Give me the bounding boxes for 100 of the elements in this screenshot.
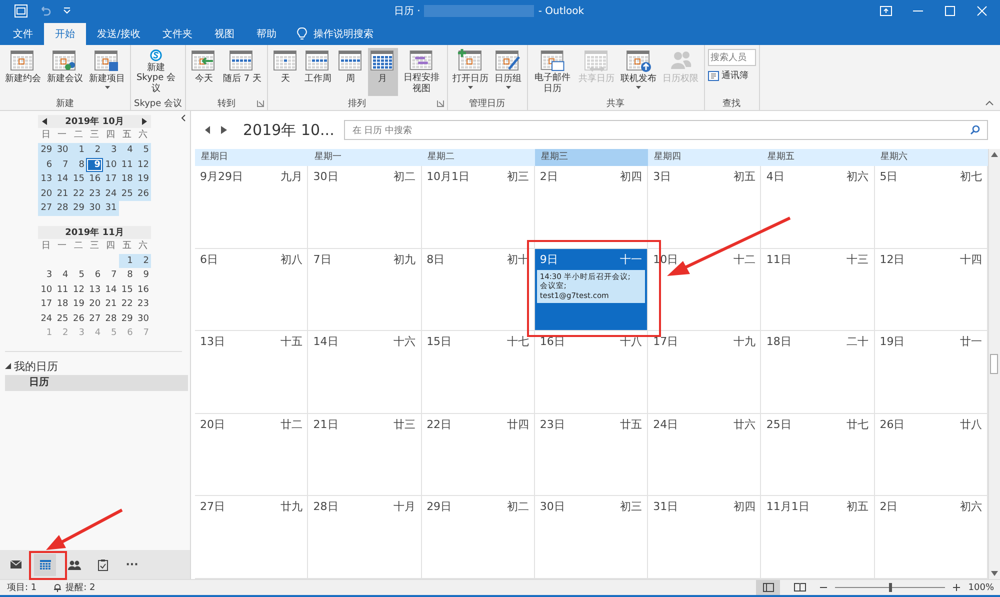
- ribbon-button[interactable]: 工作周: [302, 48, 334, 96]
- date-cell[interactable]: 26: [70, 312, 86, 326]
- day-cell[interactable]: 20日 廿二: [195, 414, 308, 496]
- address-book-button[interactable]: 通讯簿: [708, 69, 756, 82]
- previous-icon[interactable]: [205, 126, 211, 134]
- ribbon-tab[interactable]: 视图: [203, 23, 246, 45]
- day-cell[interactable]: 21日 廿三: [308, 414, 422, 496]
- date-cell[interactable]: 5: [70, 268, 86, 282]
- day-cell[interactable]: 7日 初九: [308, 248, 422, 332]
- date-cell[interactable]: 24: [38, 312, 54, 326]
- date-cell[interactable]: 21: [102, 297, 119, 312]
- ribbon-tab[interactable]: 文件: [2, 23, 44, 45]
- day-cell[interactable]: 18日 二十: [761, 331, 875, 414]
- customize-caret-icon[interactable]: [62, 7, 72, 15]
- ribbon-button[interactable]: 日程安排视图: [400, 48, 444, 96]
- date-cell[interactable]: 14: [102, 282, 119, 297]
- date-cell[interactable]: 17: [38, 297, 54, 312]
- date-cell[interactable]: 30: [86, 201, 103, 216]
- ribbon-button[interactable]: 周: [336, 48, 366, 96]
- date-cell[interactable]: 15: [118, 282, 135, 297]
- day-cell[interactable]: 3日 初五: [648, 166, 762, 249]
- ribbon-button[interactable]: 新建项目: [87, 48, 127, 96]
- date-cell[interactable]: 20: [86, 297, 103, 312]
- date-cell[interactable]: 13: [86, 282, 103, 297]
- ribbon-button[interactable]: 月: [368, 48, 398, 96]
- date-cell[interactable]: 16: [134, 282, 151, 297]
- date-cell[interactable]: 30: [134, 312, 151, 326]
- date-cell[interactable]: 1: [118, 254, 135, 268]
- date-cell[interactable]: 4: [118, 143, 135, 158]
- date-cell[interactable]: 16: [86, 172, 103, 186]
- ribbon-tab[interactable]: 帮助: [245, 23, 288, 45]
- date-cell[interactable]: 4: [54, 268, 70, 282]
- folder-group[interactable]: 我的日历: [5, 358, 188, 374]
- day-cell[interactable]: 4日 初六: [761, 166, 875, 249]
- ribbon-button[interactable]: 新建约会: [3, 48, 43, 96]
- date-cell[interactable]: 18: [118, 172, 135, 186]
- zoom-in-icon[interactable]: [953, 584, 960, 591]
- scrollbar[interactable]: [988, 149, 1000, 579]
- date-cell[interactable]: 5: [134, 143, 151, 158]
- date-cell[interactable]: 18: [54, 297, 70, 312]
- date-cell[interactable]: 15: [70, 172, 86, 186]
- date-cell[interactable]: 14: [54, 172, 70, 186]
- date-cell[interactable]: 25: [54, 312, 70, 326]
- ribbon-button[interactable]: 随后 7 天: [221, 48, 264, 96]
- ribbon-tab[interactable]: 开始: [44, 23, 86, 45]
- date-cell[interactable]: 11: [54, 282, 70, 297]
- date-cell[interactable]: 21: [54, 186, 70, 201]
- date-cell[interactable]: 13: [38, 172, 54, 186]
- day-cell[interactable]: 6日 初八: [195, 248, 308, 332]
- ribbon-button[interactable]: 联机发布: [618, 48, 658, 96]
- collapse-ribbon-icon[interactable]: [985, 100, 994, 106]
- date-cell[interactable]: 29: [38, 143, 54, 158]
- ribbon-button[interactable]: 新建会议: [45, 48, 85, 96]
- day-cell[interactable]: 17日 十九: [648, 331, 762, 414]
- date-cell[interactable]: 7: [54, 158, 70, 172]
- next-month-icon[interactable]: [142, 118, 147, 125]
- ribbon-button[interactable]: 天: [270, 48, 300, 96]
- day-cell[interactable]: 30日 初二: [308, 166, 422, 249]
- zoom-out-icon[interactable]: [820, 584, 828, 591]
- day-cell[interactable]: 15日 十七: [422, 331, 535, 414]
- date-cell[interactable]: 2: [134, 254, 151, 268]
- dialog-launcher-icon[interactable]: [436, 100, 444, 107]
- date-cell[interactable]: 17: [102, 172, 119, 186]
- date-cell[interactable]: 6: [86, 268, 103, 282]
- date-cell[interactable]: 22: [70, 186, 86, 201]
- date-cell[interactable]: 29: [70, 201, 86, 216]
- tell-me-field[interactable]: 操作说明搜索: [313, 27, 374, 41]
- date-cell[interactable]: 19: [134, 172, 151, 186]
- more-button[interactable]: ···: [121, 554, 143, 576]
- day-cell[interactable]: 14日 十六: [308, 331, 422, 414]
- day-cell[interactable]: 23日 廿五: [534, 414, 648, 496]
- ribbon-tab[interactable]: 发送/接收: [86, 23, 152, 45]
- date-cell[interactable]: 29: [118, 312, 135, 326]
- dialog-launcher-icon[interactable]: [256, 100, 264, 107]
- day-cell[interactable]: 10月1日 初三: [422, 166, 535, 249]
- date-cell[interactable]: 28: [102, 312, 119, 326]
- date-cell[interactable]: 23: [86, 186, 103, 201]
- scroll-down-icon[interactable]: [991, 571, 998, 576]
- date-cell[interactable]: 30: [54, 143, 70, 158]
- previous-month-icon[interactable]: [42, 118, 47, 125]
- date-cell[interactable]: 28: [54, 201, 70, 216]
- calendar-button[interactable]: [34, 554, 56, 576]
- day-cell[interactable]: 9月29日 九月: [195, 166, 308, 249]
- ribbon-button[interactable]: 电子邮件日历: [530, 48, 574, 96]
- date-cell[interactable]: 27: [86, 312, 103, 326]
- ribbon-button[interactable]: 日历组: [492, 48, 524, 96]
- app-icon[interactable]: [14, 4, 28, 18]
- date-cell[interactable]: 22: [118, 297, 135, 312]
- date-cell[interactable]: 6: [38, 158, 54, 172]
- close-icon[interactable]: [976, 6, 988, 16]
- search-people-field[interactable]: 搜索人员: [708, 49, 756, 66]
- date-cell[interactable]: 20: [38, 186, 54, 201]
- date-cell[interactable]: 2: [86, 143, 103, 158]
- scroll-thumb[interactable]: [990, 354, 998, 374]
- search-field[interactable]: 在 日历 中搜索: [344, 120, 988, 140]
- normal-view-button[interactable]: [756, 580, 780, 595]
- ribbon-display-icon[interactable]: [880, 6, 892, 16]
- day-cell[interactable]: 22日 廿四: [422, 414, 535, 496]
- date-cell[interactable]: 9: [134, 268, 151, 282]
- day-cell[interactable]: 24日 廿六: [648, 414, 762, 496]
